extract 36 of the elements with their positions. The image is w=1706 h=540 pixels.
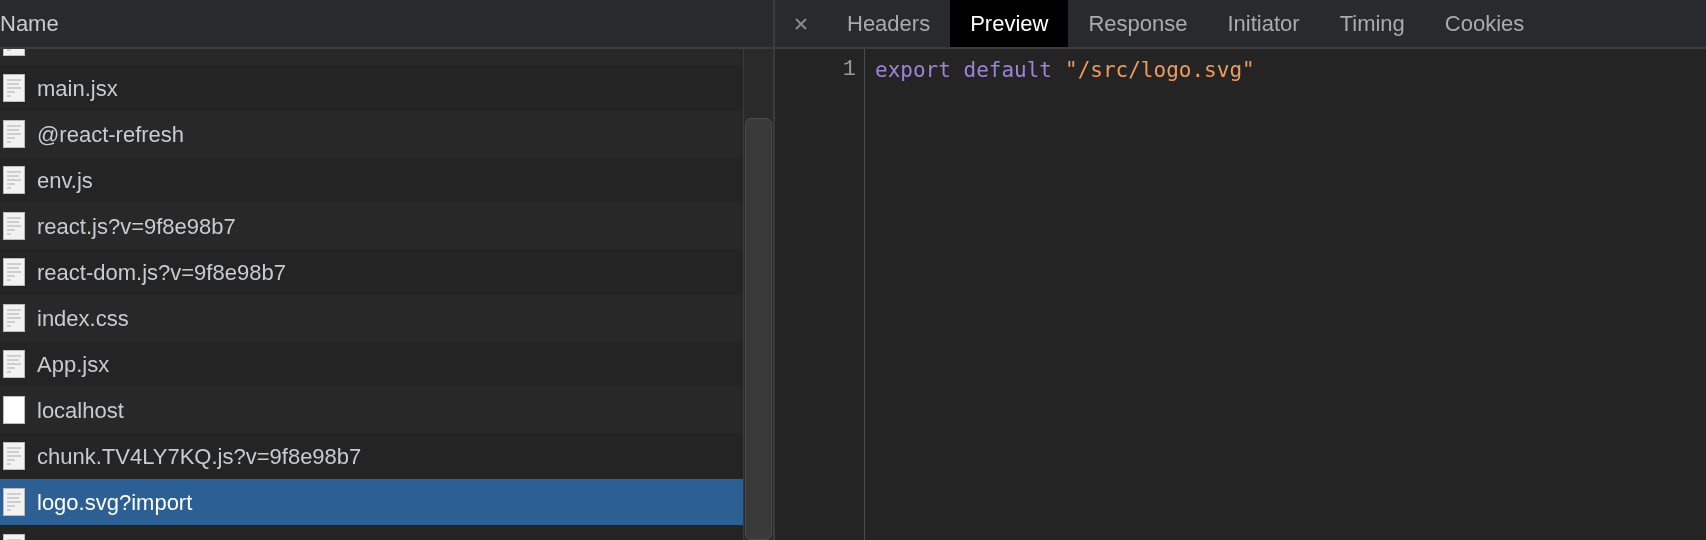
request-name: chunk.TV4LY7KQ.js?v=9f8e98b7 bbox=[37, 442, 362, 471]
file-icon bbox=[3, 74, 25, 102]
detail-tab[interactable]: Timing bbox=[1319, 0, 1425, 47]
code-keyword: export default bbox=[875, 57, 1052, 84]
detail-tab[interactable]: Headers bbox=[827, 0, 951, 47]
file-icon bbox=[3, 442, 25, 470]
detail-tab[interactable]: Initiator bbox=[1207, 0, 1320, 47]
request-name: App.jsx bbox=[37, 350, 110, 379]
request-name: index.css bbox=[37, 304, 129, 333]
line-number: 1 bbox=[842, 56, 856, 84]
blank-document-icon bbox=[3, 396, 25, 424]
request-name: env.js bbox=[37, 166, 93, 195]
request-row[interactable]: react.js?v=9f8e98b7 bbox=[0, 203, 743, 249]
file-icon bbox=[3, 166, 25, 194]
column-header[interactable]: Name bbox=[0, 0, 773, 49]
request-name: logo.svg?import bbox=[37, 488, 193, 517]
request-name: react-dom.js?v=9f8e98b7 bbox=[37, 258, 286, 287]
request-row[interactable]: index.css bbox=[0, 295, 743, 341]
file-icon bbox=[3, 350, 25, 378]
detail-tab[interactable]: Preview bbox=[950, 0, 1069, 47]
file-icon bbox=[3, 304, 25, 332]
request-name: @react-refresh bbox=[37, 120, 185, 149]
request-row[interactable]: @react-refresh bbox=[0, 111, 743, 157]
request-name: main.jsx bbox=[37, 74, 118, 103]
request-name: localhost bbox=[37, 396, 124, 425]
code-string: "/src/logo.svg" bbox=[1065, 57, 1255, 84]
request-row[interactable]: localhost bbox=[0, 387, 743, 433]
detail-tab[interactable]: Cookies bbox=[1424, 0, 1545, 47]
detail-tab[interactable]: Response bbox=[1068, 0, 1208, 47]
file-icon bbox=[3, 120, 25, 148]
request-row[interactable]: logo.svg?import bbox=[0, 479, 743, 525]
file-icon bbox=[3, 488, 25, 516]
file-icon bbox=[3, 258, 25, 286]
file-icon bbox=[3, 212, 25, 240]
scrollbar-thumb[interactable] bbox=[745, 118, 772, 540]
request-name: react.js?v=9f8e98b7 bbox=[37, 212, 236, 241]
